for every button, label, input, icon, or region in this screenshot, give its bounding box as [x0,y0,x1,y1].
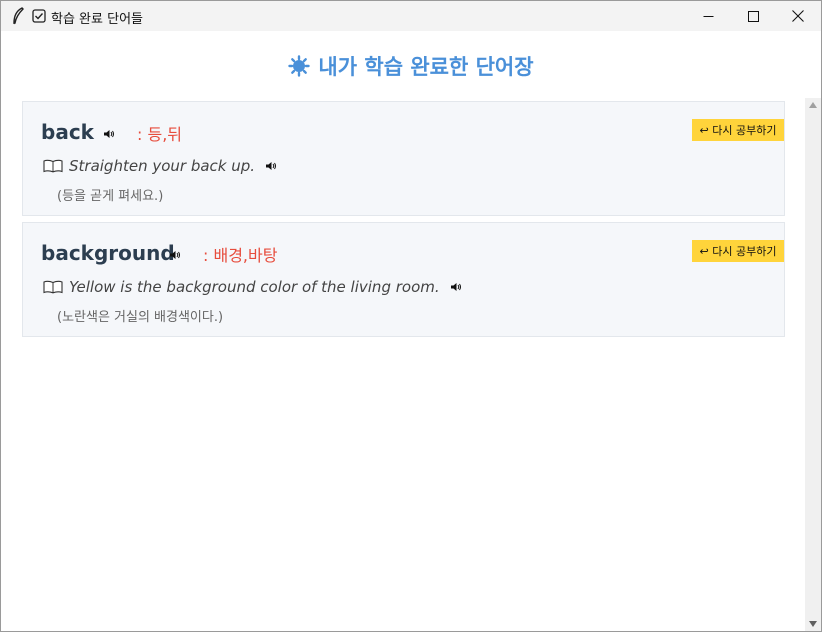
triangle-down-icon [809,621,817,627]
scroll-down-button[interactable] [805,617,821,631]
speaker-icon[interactable] [450,282,462,292]
close-icon [792,10,804,22]
speaker-icon[interactable] [169,250,181,260]
triangle-up-icon [809,102,817,108]
word-text: back [41,120,94,144]
checkbox-icon [32,9,46,23]
speaker-icon[interactable] [103,129,115,139]
open-book-icon [43,159,63,173]
maximize-button[interactable] [730,1,776,31]
example-translation: (등을 곧게 펴세요.) [57,189,164,204]
example-translation: (노란색은 거실의 배경색이다.) [57,310,224,325]
study-again-button[interactable]: ↩ 다시 공부하기 [692,119,784,141]
vertical-scrollbar[interactable] [805,98,821,631]
app-window: 학습 완료 단어들 내가 학습 완료한 단어장 back: 등,뒤 ↩ 다시 … [0,0,822,632]
minimize-icon [703,15,713,17]
window-title: 학습 완료 단어들 [51,12,143,27]
example-text: Straighten your back up. [69,157,256,175]
sun-icon [288,55,311,77]
close-button[interactable] [775,1,821,31]
maximize-icon [747,10,759,22]
word-meaning: : 배경,바탕 [203,246,278,265]
example-text: Yellow is the background color of the li… [69,278,440,296]
example-sentence: Straighten your back up. [43,157,277,175]
feather-icon [13,7,24,25]
study-again-button[interactable]: ↩ 다시 공부하기 [692,240,784,262]
speaker-icon[interactable] [265,161,277,171]
example-sentence: Yellow is the background color of the li… [43,278,462,296]
minimize-button[interactable] [685,1,731,31]
word-meaning: : 등,뒤 [137,125,183,144]
scroll-up-button[interactable] [805,98,821,112]
open-book-icon [43,280,63,294]
title-bar[interactable]: 학습 완료 단어들 [1,1,821,31]
word-card: back : 등,뒤 ↩ 다시 공부하기 Straighten your bac… [22,101,785,216]
page-title-text: 내가 학습 완료한 단어장 [318,55,534,79]
word-text: background [41,241,175,265]
word-card: background : 배경,바탕 ↩ 다시 공부하기 Yellow is t… [22,222,785,337]
page-title: 내가 학습 완료한 단어장 [1,51,821,81]
